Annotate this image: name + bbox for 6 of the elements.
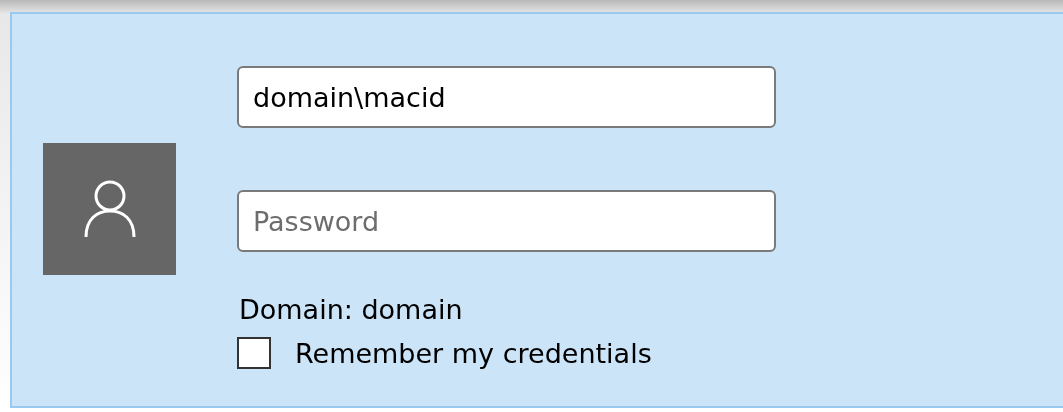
password-field[interactable]: Password <box>237 190 776 252</box>
domain-label: Domain: domain <box>238 294 464 325</box>
remember-checkbox[interactable] <box>237 337 271 369</box>
remember-label[interactable]: Remember my credentials <box>295 337 652 369</box>
username-field[interactable]: domain\macid <box>237 66 776 128</box>
user-icon <box>82 179 137 239</box>
